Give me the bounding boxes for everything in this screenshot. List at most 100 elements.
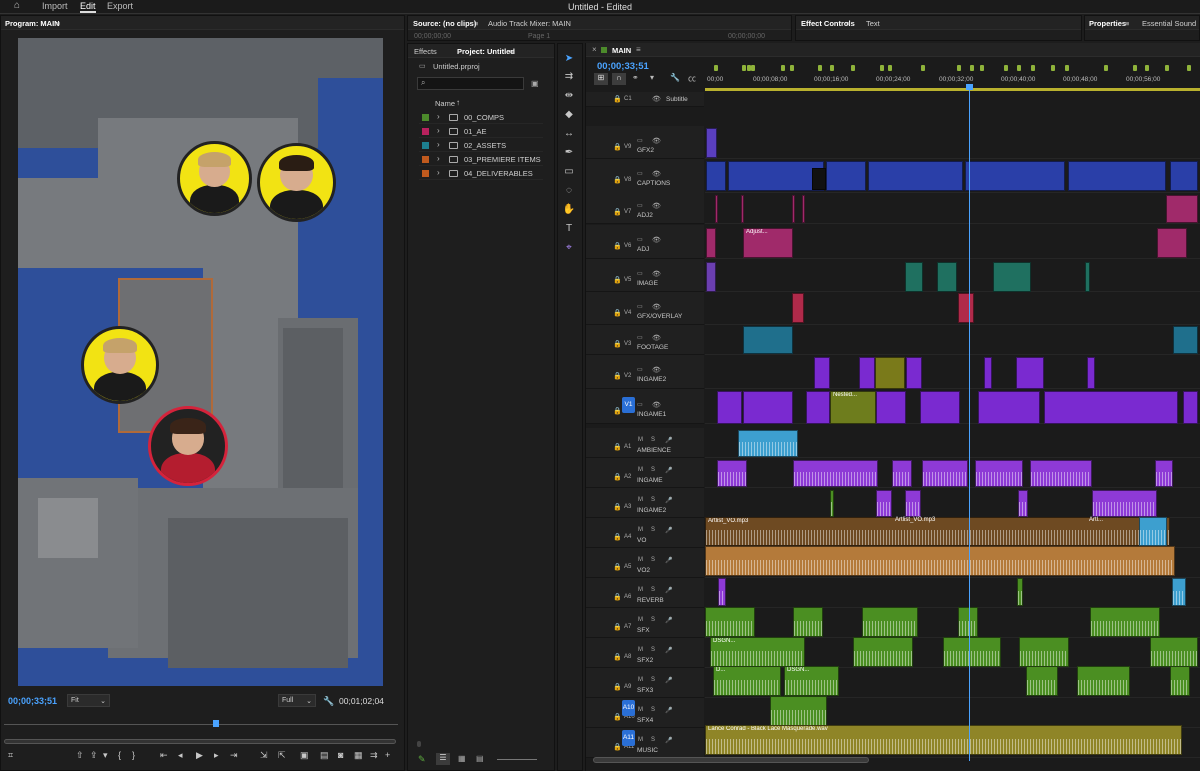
- audio-track-header[interactable]: 🔒 A11 M S 🎤 MUSIC: [586, 728, 704, 758]
- freeform-view-icon[interactable]: ▤: [476, 754, 484, 763]
- video-clip[interactable]: [875, 357, 905, 389]
- timeline-marker[interactable]: [1145, 65, 1149, 71]
- timeline-marker[interactable]: [790, 65, 794, 71]
- track-lane[interactable]: [705, 292, 1200, 325]
- sequence-tab[interactable]: MAIN: [612, 46, 631, 55]
- panel-menu-icon[interactable]: ≡: [509, 47, 513, 56]
- video-track-header[interactable]: 🔒 V3 ▭ 👁 FOOTAGE: [586, 325, 704, 355]
- audio-clip[interactable]: DSGN...: [784, 666, 839, 696]
- video-clip[interactable]: [814, 357, 830, 389]
- insert-nest-icon[interactable]: ⊞: [594, 73, 608, 85]
- project-scrollbar[interactable]: [417, 741, 421, 747]
- mute-icon[interactable]: M: [638, 737, 643, 743]
- program-playhead[interactable]: [213, 720, 219, 727]
- audio-track-header[interactable]: 🔒 A5 M S 🎤 VO2: [586, 548, 704, 578]
- microphone-icon[interactable]: 🎤: [665, 527, 672, 534]
- audio-clip[interactable]: [943, 637, 1001, 667]
- audio-clip[interactable]: [718, 578, 726, 606]
- audio-clip[interactable]: [717, 460, 747, 487]
- audio-clip[interactable]: [1026, 666, 1058, 696]
- audio-clip[interactable]: DSGN...: [710, 637, 805, 667]
- lock-icon[interactable]: 🔒: [613, 563, 622, 571]
- sync-lock-icon[interactable]: ▭: [637, 334, 643, 341]
- audio-clip[interactable]: [1170, 666, 1190, 696]
- timeline-ruler[interactable]: 00;00 00;00;08;00 00;00;16;00 00;00;24;0…: [705, 57, 1200, 93]
- eye-icon[interactable]: 👁: [652, 401, 661, 409]
- eye-icon[interactable]: 👁: [652, 366, 661, 374]
- lock-icon[interactable]: 🔒: [613, 407, 622, 415]
- video-clip[interactable]: [812, 168, 826, 190]
- audio-clip[interactable]: [853, 637, 913, 667]
- timeline-marker[interactable]: [1133, 65, 1137, 71]
- lock-icon[interactable]: 🔒: [613, 309, 622, 317]
- ellipse-icon[interactable]: ◌: [562, 184, 576, 198]
- remix-icon[interactable]: ⌖: [562, 241, 576, 255]
- video-clip[interactable]: [1157, 228, 1187, 258]
- timeline-marker[interactable]: [980, 65, 984, 71]
- essential-sound-tab[interactable]: Essential Sound: [1142, 19, 1196, 28]
- audio-clip[interactable]: [905, 490, 921, 517]
- multicam-icon[interactable]: ▦: [354, 750, 363, 761]
- panel-menu-icon[interactable]: ≡: [636, 45, 641, 54]
- mute-icon[interactable]: M: [638, 707, 643, 713]
- video-clip[interactable]: [984, 357, 992, 389]
- track-lane[interactable]: [705, 126, 1200, 159]
- lock-icon[interactable]: 🔒: [613, 533, 622, 541]
- video-clip[interactable]: [1016, 357, 1044, 389]
- track-lane[interactable]: [705, 578, 1200, 608]
- audio-clip[interactable]: [830, 490, 834, 517]
- source-title[interactable]: Source: (no clips): [413, 19, 476, 28]
- type-icon[interactable]: T: [562, 222, 576, 236]
- lock-icon[interactable]: 🔒: [613, 443, 622, 451]
- chevron-right-icon[interactable]: ›: [437, 154, 440, 163]
- go-to-in-icon[interactable]: ⇤: [160, 750, 168, 761]
- extract-icon[interactable]: ⇪: [90, 750, 98, 761]
- eye-icon[interactable]: 👁: [652, 270, 661, 278]
- program-time-ruler[interactable]: [4, 724, 398, 725]
- solo-icon[interactable]: S: [651, 467, 655, 473]
- export-frame-icon[interactable]: ⇉: [370, 750, 378, 761]
- mute-icon[interactable]: M: [638, 617, 643, 623]
- sync-lock-icon[interactable]: ▭: [637, 170, 643, 177]
- mute-icon[interactable]: M: [638, 557, 643, 563]
- video-clip[interactable]: [706, 128, 717, 158]
- audio-track-header[interactable]: 🔒 A7 M S 🎤 SFX: [586, 608, 704, 638]
- solo-icon[interactable]: S: [651, 437, 655, 443]
- mute-icon[interactable]: M: [638, 527, 643, 533]
- track-select-icon[interactable]: ⇉: [562, 70, 576, 84]
- video-clip[interactable]: [937, 262, 957, 292]
- source-patch-button[interactable]: A10: [622, 700, 635, 716]
- timeline-marker[interactable]: [1104, 65, 1108, 71]
- text-tab[interactable]: Text: [866, 19, 880, 28]
- vr-icon[interactable]: ▤: [320, 750, 329, 761]
- timeline-timecode[interactable]: 00;00;33;51: [597, 61, 649, 72]
- sort-up-icon[interactable]: ↑: [456, 98, 460, 107]
- solo-icon[interactable]: S: [651, 707, 655, 713]
- lock-icon[interactable]: 🔒: [613, 713, 622, 721]
- audio-clip[interactable]: [705, 607, 755, 637]
- video-clip[interactable]: [1044, 391, 1178, 424]
- panel-menu-icon[interactable]: ≡: [1125, 19, 1129, 28]
- subtitle-track-header[interactable]: 🔒 C1 👁 Subtitle: [586, 92, 704, 107]
- audio-clip[interactable]: [705, 546, 1175, 576]
- audio-clip[interactable]: [793, 460, 878, 487]
- bin-row[interactable]: › 01_AE: [419, 125, 543, 138]
- video-clip[interactable]: [1173, 326, 1198, 354]
- add-marker-icon[interactable]: ▾: [650, 73, 654, 82]
- lock-icon[interactable]: 🔒: [613, 340, 622, 348]
- timeline-playhead[interactable]: [969, 85, 970, 761]
- microphone-icon[interactable]: 🎤: [665, 497, 672, 504]
- track-lane[interactable]: [705, 192, 1200, 224]
- slip-icon[interactable]: ↔: [562, 127, 576, 141]
- audio-track-header[interactable]: 🔒 A4 M S 🎤 VO: [586, 518, 704, 548]
- audio-clip[interactable]: [738, 430, 798, 457]
- solo-icon[interactable]: S: [651, 527, 655, 533]
- video-clip[interactable]: [743, 326, 793, 354]
- audio-clip[interactable]: [1150, 637, 1198, 667]
- video-clip[interactable]: [993, 262, 1031, 292]
- video-clip[interactable]: [826, 161, 866, 191]
- project-tab[interactable]: Project: Untitled: [457, 47, 515, 56]
- video-clip[interactable]: [743, 391, 793, 424]
- timeline-marker[interactable]: [851, 65, 855, 71]
- timeline-marker[interactable]: [1004, 65, 1008, 71]
